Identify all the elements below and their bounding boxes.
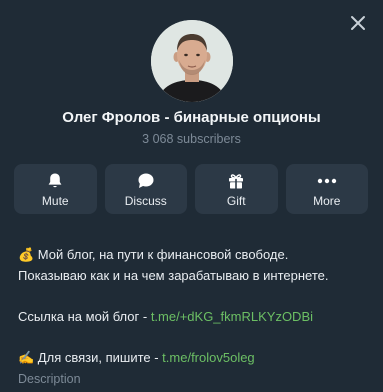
channel-description: 💰 Мой блог, на пути к финансовой свободе… — [18, 245, 369, 390]
bell-icon — [48, 173, 62, 187]
subscriber-count: 3 068 subscribers — [142, 132, 241, 146]
gift-button[interactable]: Gift — [195, 164, 278, 214]
description-line-1: 💰 Мой блог, на пути к финансовой свободе… — [18, 247, 289, 262]
money-bag-emoji: 💰 — [18, 247, 35, 262]
more-label: More — [313, 193, 341, 208]
more-button[interactable]: More — [285, 164, 368, 214]
mute-button[interactable]: Mute — [14, 164, 97, 214]
more-dots-icon — [317, 178, 336, 183]
close-button[interactable] — [345, 10, 371, 36]
contact-line: ✍️ Для связи, пишите - t.me/frolov5oleg — [18, 349, 255, 365]
mute-label: Mute — [41, 193, 69, 208]
gift-label: Gift — [226, 193, 246, 208]
close-icon — [351, 16, 365, 30]
description-line-2: Показываю как и на чем зарабатываю в инт… — [18, 267, 329, 283]
gift-icon — [229, 173, 244, 188]
blog-link[interactable]: t.me/+dKG_fkmRLKYzODBi — [151, 309, 313, 324]
description-caption: Description — [18, 372, 81, 386]
writing-hand-emoji: ✍️ — [18, 349, 35, 365]
action-bar: Mute Discuss Gift More — [14, 164, 368, 214]
discuss-button[interactable]: Discuss — [104, 164, 187, 214]
channel-avatar[interactable] — [151, 20, 233, 102]
discuss-label: Discuss — [124, 193, 167, 208]
contact-link[interactable]: t.me/frolov5oleg — [162, 350, 255, 365]
blog-link-line: Ссылка на мой блог - t.me/+dKG_fkmRLKYzO… — [18, 308, 314, 324]
channel-title: Олег Фролов - бинарные опционы — [62, 109, 321, 126]
chat-bubble-icon — [138, 173, 154, 188]
